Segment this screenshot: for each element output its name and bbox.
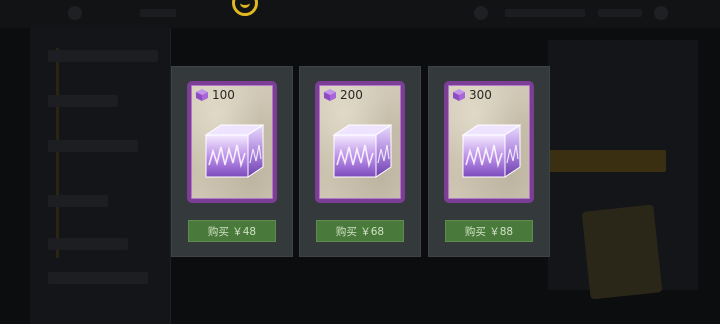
purple-cube-icon: [453, 89, 465, 101]
purple-cube-icon: [196, 89, 208, 101]
buy-button[interactable]: 购买 ￥68: [316, 220, 404, 242]
crystal-cube-icon: [332, 124, 393, 178]
item-quantity-value: 300: [469, 88, 492, 102]
background-settings-icon: [654, 6, 668, 20]
background-tab-block: [140, 9, 176, 17]
shop-card-2: 200 购买 ￥68: [299, 66, 421, 257]
crystal-cube-icon: [461, 124, 522, 178]
background-row: [48, 238, 128, 250]
item-quantity: 300: [452, 88, 492, 102]
item-frame[interactable]: 300: [444, 81, 534, 203]
background-resource-icon: [474, 6, 488, 20]
item-quantity: 100: [195, 88, 235, 102]
background-gold-button: [548, 150, 666, 172]
background-menu-icon: [68, 6, 82, 20]
buy-button-label: 购买 ￥68: [335, 225, 385, 238]
background-resource-block: [505, 9, 585, 17]
item-quantity-value: 200: [340, 88, 363, 102]
background-row: [48, 140, 138, 152]
item-quantity: 200: [323, 88, 363, 102]
shop-card-1: 100 购买 ￥48: [171, 66, 293, 257]
background-resource-block: [598, 9, 642, 17]
shop-card-3: 300 购买 ￥88: [428, 66, 550, 257]
background-row: [48, 50, 158, 62]
buy-button-label: 购买 ￥48: [207, 225, 257, 238]
item-frame[interactable]: 100: [187, 81, 277, 203]
background-card-decoration: [581, 204, 663, 300]
buy-button-label: 购买 ￥88: [464, 225, 514, 238]
purple-cube-icon: [324, 89, 336, 101]
item-quantity-value: 100: [212, 88, 235, 102]
buy-button[interactable]: 购买 ￥48: [188, 220, 276, 242]
buy-button[interactable]: 购买 ￥88: [445, 220, 533, 242]
background-row: [48, 272, 148, 284]
crystal-cube-icon: [204, 124, 265, 178]
background-row: [48, 95, 118, 107]
item-frame[interactable]: 200: [315, 81, 405, 203]
background-divider: [56, 48, 59, 258]
background-row: [48, 195, 108, 207]
